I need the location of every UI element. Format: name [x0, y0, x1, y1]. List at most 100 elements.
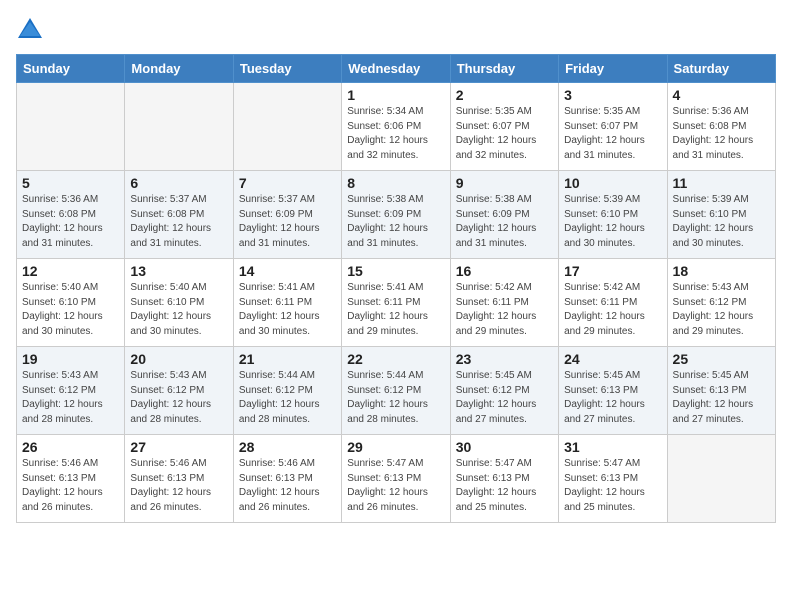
day-number: 12: [22, 263, 119, 279]
day-number: 8: [347, 175, 444, 191]
day-info: Sunrise: 5:40 AM Sunset: 6:10 PM Dayligh…: [130, 281, 227, 339]
calendar-cell: 7 Sunrise: 5:37 AM Sunset: 6:09 PM Daylig…: [233, 171, 341, 259]
calendar-cell: 21 Sunrise: 5:44 AM Sunset: 6:12 PM Dayli…: [233, 347, 341, 435]
day-number: 19: [22, 351, 119, 367]
day-number: 22: [347, 351, 444, 367]
calendar-cell: [125, 83, 233, 171]
day-info: Sunrise: 5:43 AM Sunset: 6:12 PM Dayligh…: [22, 369, 119, 427]
calendar-cell: 1 Sunrise: 5:34 AM Sunset: 6:06 PM Daylig…: [342, 83, 450, 171]
day-info: Sunrise: 5:38 AM Sunset: 6:09 PM Dayligh…: [456, 193, 553, 251]
calendar-cell: 26Sunrise: 5:46 AM Sunset: 6:13 PM Dayli…: [17, 435, 125, 523]
calendar-cell: 13Sunrise: 5:40 AM Sunset: 6:10 PM Dayli…: [125, 259, 233, 347]
day-number: 6: [130, 175, 227, 191]
day-info: Sunrise: 5:41 AM Sunset: 6:11 PM Dayligh…: [347, 281, 444, 339]
calendar-cell: 29 Sunrise: 5:47 AM Sunset: 6:13 PM Dayli…: [342, 435, 450, 523]
calendar-cell: 12 Sunrise: 5:40 AM Sunset: 6:10 PM Dayli…: [17, 259, 125, 347]
day-number: 25: [673, 351, 770, 367]
calendar-cell: 3 Sunrise: 5:35 AM Sunset: 6:07 PM Daylig…: [559, 83, 667, 171]
day-info: Sunrise: 5:44 AM Sunset: 6:12 PM Dayligh…: [239, 369, 336, 427]
calendar-cell: 4 Sunrise: 5:36 AM Sunset: 6:08 PM Daylig…: [667, 83, 775, 171]
calendar-cell: 20Sunrise: 5:43 AM Sunset: 6:12 PM Dayli…: [125, 347, 233, 435]
day-number: 31: [564, 439, 661, 455]
day-info: Sunrise: 5:47 AM Sunset: 6:13 PM Dayligh…: [347, 457, 444, 515]
calendar-cell: 9 Sunrise: 5:38 AM Sunset: 6:09 PM Daylig…: [450, 171, 558, 259]
calendar-cell: 2 Sunrise: 5:35 AM Sunset: 6:07 PM Daylig…: [450, 83, 558, 171]
weekday-header-wednesday: Wednesday: [342, 55, 450, 83]
calendar-week-row: 19 Sunrise: 5:43 AM Sunset: 6:12 PM Dayli…: [17, 347, 776, 435]
day-number: 5: [22, 175, 119, 191]
day-number: 17: [564, 263, 661, 279]
day-number: 18: [673, 263, 770, 279]
calendar-cell: 10 Sunrise: 5:39 AM Sunset: 6:10 PM Dayli…: [559, 171, 667, 259]
day-info: Sunrise: 5:46 AM Sunset: 6:13 PM Dayligh…: [130, 457, 227, 515]
calendar-cell: [233, 83, 341, 171]
calendar-cell: 22 Sunrise: 5:44 AM Sunset: 6:12 PM Dayli…: [342, 347, 450, 435]
day-number: 26: [22, 439, 119, 455]
weekday-header-saturday: Saturday: [667, 55, 775, 83]
day-info: Sunrise: 5:34 AM Sunset: 6:06 PM Dayligh…: [347, 105, 444, 163]
day-number: 11: [673, 175, 770, 191]
day-number: 2: [456, 87, 553, 103]
calendar-cell: 25 Sunrise: 5:45 AM Sunset: 6:13 PM Dayli…: [667, 347, 775, 435]
calendar-table: SundayMondayTuesdayWednesdayThursdayFrid…: [16, 54, 776, 523]
day-number: 24: [564, 351, 661, 367]
day-info: Sunrise: 5:45 AM Sunset: 6:12 PM Dayligh…: [456, 369, 553, 427]
day-number: 23: [456, 351, 553, 367]
weekday-header-monday: Monday: [125, 55, 233, 83]
calendar-cell: 5Sunrise: 5:36 AM Sunset: 6:08 PM Daylig…: [17, 171, 125, 259]
calendar-cell: 17Sunrise: 5:42 AM Sunset: 6:11 PM Dayli…: [559, 259, 667, 347]
day-info: Sunrise: 5:38 AM Sunset: 6:09 PM Dayligh…: [347, 193, 444, 251]
day-info: Sunrise: 5:44 AM Sunset: 6:12 PM Dayligh…: [347, 369, 444, 427]
calendar-cell: 6 Sunrise: 5:37 AM Sunset: 6:08 PM Daylig…: [125, 171, 233, 259]
day-info: Sunrise: 5:43 AM Sunset: 6:12 PM Dayligh…: [673, 281, 770, 339]
calendar-cell: 15Sunrise: 5:41 AM Sunset: 6:11 PM Dayli…: [342, 259, 450, 347]
day-info: Sunrise: 5:39 AM Sunset: 6:10 PM Dayligh…: [673, 193, 770, 251]
day-number: 1: [347, 87, 444, 103]
calendar-cell: [17, 83, 125, 171]
weekday-header-sunday: Sunday: [17, 55, 125, 83]
day-info: Sunrise: 5:47 AM Sunset: 6:13 PM Dayligh…: [456, 457, 553, 515]
day-info: Sunrise: 5:35 AM Sunset: 6:07 PM Dayligh…: [456, 105, 553, 163]
logo-icon: [16, 16, 44, 44]
calendar-cell: 24 Sunrise: 5:45 AM Sunset: 6:13 PM Dayli…: [559, 347, 667, 435]
day-number: 7: [239, 175, 336, 191]
day-number: 30: [456, 439, 553, 455]
calendar-cell: 28 Sunrise: 5:46 AM Sunset: 6:13 PM Dayli…: [233, 435, 341, 523]
day-number: 28: [239, 439, 336, 455]
weekday-header-thursday: Thursday: [450, 55, 558, 83]
calendar-cell: [667, 435, 775, 523]
day-info: Sunrise: 5:42 AM Sunset: 6:11 PM Dayligh…: [456, 281, 553, 339]
page-header: [16, 16, 776, 44]
day-info: Sunrise: 5:37 AM Sunset: 6:08 PM Dayligh…: [130, 193, 227, 251]
calendar-week-row: 1 Sunrise: 5:34 AM Sunset: 6:06 PM Daylig…: [17, 83, 776, 171]
day-number: 16: [456, 263, 553, 279]
day-number: 4: [673, 87, 770, 103]
calendar-cell: 16 Sunrise: 5:42 AM Sunset: 6:11 PM Dayli…: [450, 259, 558, 347]
day-info: Sunrise: 5:35 AM Sunset: 6:07 PM Dayligh…: [564, 105, 661, 163]
day-number: 10: [564, 175, 661, 191]
weekday-header-friday: Friday: [559, 55, 667, 83]
day-info: Sunrise: 5:41 AM Sunset: 6:11 PM Dayligh…: [239, 281, 336, 339]
day-number: 3: [564, 87, 661, 103]
calendar-cell: 18 Sunrise: 5:43 AM Sunset: 6:12 PM Dayli…: [667, 259, 775, 347]
day-number: 9: [456, 175, 553, 191]
calendar-cell: 14Sunrise: 5:41 AM Sunset: 6:11 PM Dayli…: [233, 259, 341, 347]
calendar-cell: 11 Sunrise: 5:39 AM Sunset: 6:10 PM Dayli…: [667, 171, 775, 259]
day-info: Sunrise: 5:45 AM Sunset: 6:13 PM Dayligh…: [564, 369, 661, 427]
calendar-cell: 23 Sunrise: 5:45 AM Sunset: 6:12 PM Dayli…: [450, 347, 558, 435]
day-info: Sunrise: 5:40 AM Sunset: 6:10 PM Dayligh…: [22, 281, 119, 339]
calendar-cell: 19 Sunrise: 5:43 AM Sunset: 6:12 PM Dayli…: [17, 347, 125, 435]
weekday-header-tuesday: Tuesday: [233, 55, 341, 83]
day-info: Sunrise: 5:36 AM Sunset: 6:08 PM Dayligh…: [673, 105, 770, 163]
day-number: 21: [239, 351, 336, 367]
day-info: Sunrise: 5:43 AM Sunset: 6:12 PM Dayligh…: [130, 369, 227, 427]
calendar-cell: 27Sunrise: 5:46 AM Sunset: 6:13 PM Dayli…: [125, 435, 233, 523]
day-info: Sunrise: 5:46 AM Sunset: 6:13 PM Dayligh…: [239, 457, 336, 515]
day-info: Sunrise: 5:45 AM Sunset: 6:13 PM Dayligh…: [673, 369, 770, 427]
day-info: Sunrise: 5:39 AM Sunset: 6:10 PM Dayligh…: [564, 193, 661, 251]
day-info: Sunrise: 5:37 AM Sunset: 6:09 PM Dayligh…: [239, 193, 336, 251]
calendar-cell: 31Sunrise: 5:47 AM Sunset: 6:13 PM Dayli…: [559, 435, 667, 523]
calendar-cell: 8 Sunrise: 5:38 AM Sunset: 6:09 PM Daylig…: [342, 171, 450, 259]
calendar-week-row: 5Sunrise: 5:36 AM Sunset: 6:08 PM Daylig…: [17, 171, 776, 259]
day-number: 29: [347, 439, 444, 455]
